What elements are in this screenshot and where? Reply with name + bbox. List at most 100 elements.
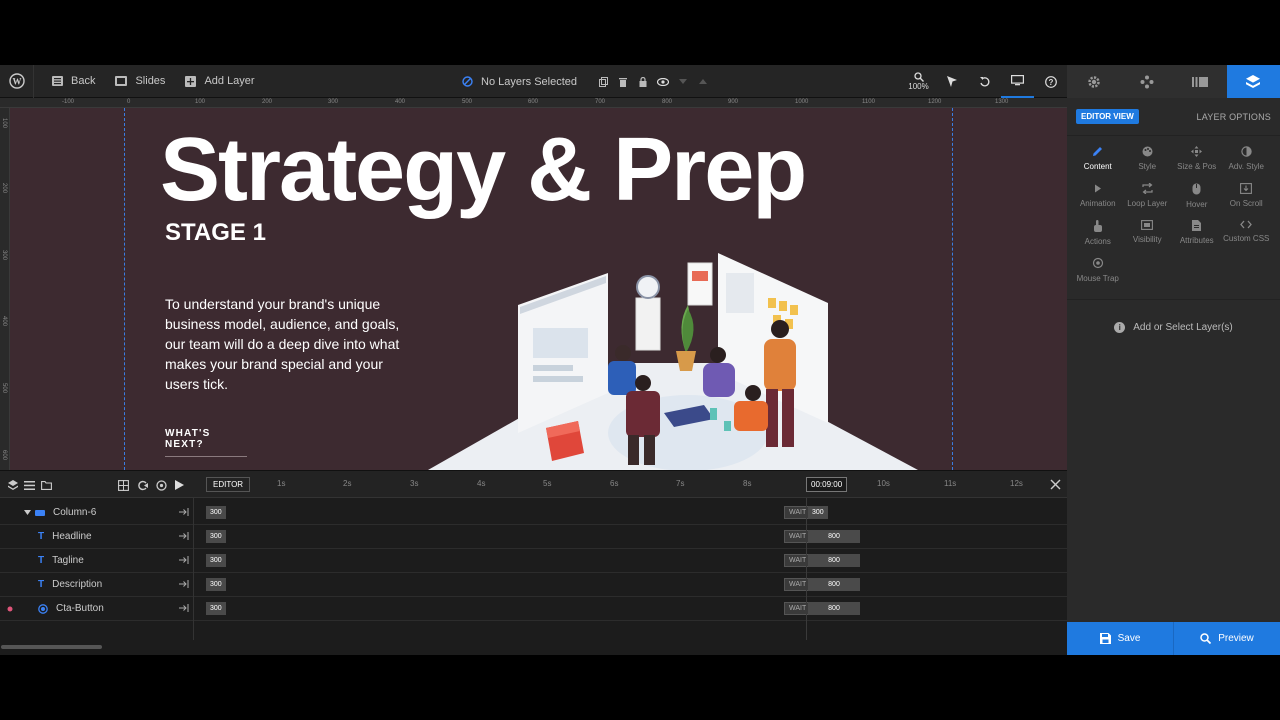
current-time[interactable]: 00:09:00 <box>806 477 848 492</box>
wordpress-button[interactable]: W <box>0 64 34 98</box>
option-on-scroll[interactable]: On Scroll <box>1222 183 1272 213</box>
option-style[interactable]: Style <box>1123 146 1173 176</box>
option-adv-style[interactable]: Adv. Style <box>1222 146 1272 176</box>
move-down-button[interactable] <box>673 65 693 98</box>
layer-row-column[interactable]: Column-6 300 WAIT 300 <box>0 501 1067 525</box>
folder-icon[interactable] <box>41 480 52 490</box>
undo-button[interactable] <box>968 65 1001 98</box>
preview-label: Preview <box>1218 633 1254 644</box>
timeline-tick-label: 5s <box>543 479 552 488</box>
text-layer-icon: T <box>38 555 45 566</box>
align-icon[interactable] <box>179 508 189 516</box>
option-content[interactable]: Content <box>1073 146 1123 176</box>
split-icon[interactable] <box>118 479 129 491</box>
menu-icon[interactable] <box>24 480 35 490</box>
timeline-tick-label: 12s <box>1010 479 1023 488</box>
option-mouse-trap[interactable]: Mouse Trap <box>1073 257 1123 287</box>
save-button[interactable]: Save <box>1067 622 1173 655</box>
cta-button-layer[interactable]: WHAT'S NEXT? <box>165 428 247 457</box>
rewind-icon[interactable] <box>137 480 148 491</box>
layer-row-tagline[interactable]: T Tagline 300 WAIT 800 <box>0 549 1067 573</box>
option-visibility[interactable]: Visibility <box>1123 220 1173 250</box>
no-selection-icon <box>462 76 473 87</box>
mouse-icon <box>1192 183 1201 195</box>
device-desktop-button[interactable] <box>1001 65 1034 98</box>
timeline-tick-label: 8s <box>743 479 752 488</box>
align-icon[interactable] <box>179 556 189 564</box>
layer-row-headline[interactable]: T Headline 300 WAIT 800 <box>0 525 1067 549</box>
cursor-icon <box>946 76 957 87</box>
left-guide-line <box>124 108 125 470</box>
horizontal-scrollbar[interactable] <box>0 640 1067 655</box>
layer-name: Cta-Button <box>56 603 104 614</box>
zoom-button[interactable]: 100% <box>902 65 935 98</box>
start-time[interactable]: 300 <box>206 530 226 543</box>
delete-button[interactable] <box>613 65 633 98</box>
duplicate-button[interactable] <box>593 65 613 98</box>
slides-label: Slides <box>135 75 166 87</box>
visibility-button[interactable] <box>653 65 673 98</box>
duration[interactable]: 800 <box>808 602 860 615</box>
option-hover[interactable]: Hover <box>1172 183 1222 213</box>
duration[interactable]: 800 <box>808 554 860 567</box>
svg-text:?: ? <box>1048 78 1053 87</box>
layers-icon[interactable] <box>8 480 18 490</box>
timeline-toolbar: EDITOR 1s 2s 3s 4s 5s 6s 7s 8s 10s 11s 12s 00:09:0… <box>0 470 1067 498</box>
option-actions[interactable]: Actions <box>1073 220 1123 250</box>
align-icon[interactable] <box>179 604 189 612</box>
tab-slide-options[interactable] <box>1174 65 1227 98</box>
align-icon[interactable] <box>179 580 189 588</box>
layer-name: Headline <box>52 531 92 542</box>
start-time[interactable]: 300 <box>206 506 226 519</box>
start-time[interactable]: 300 <box>206 554 226 567</box>
option-size-pos[interactable]: Size & Pos <box>1172 146 1222 176</box>
tab-slider-settings[interactable] <box>1067 65 1120 98</box>
team-meeting-illustration[interactable] <box>428 243 928 470</box>
duration[interactable]: 800 <box>808 578 860 591</box>
tagline-layer[interactable]: STAGE 1 <box>165 219 266 247</box>
play-icon[interactable] <box>175 480 184 490</box>
option-custom-css[interactable]: Custom CSS <box>1222 220 1272 250</box>
start-time[interactable]: 300 <box>206 602 226 615</box>
start-time[interactable]: 300 <box>206 578 226 591</box>
ruler-tick-label: 600 <box>528 99 539 105</box>
collapse-arrow-icon[interactable] <box>24 510 31 515</box>
preview-button[interactable]: Preview <box>1173 622 1280 655</box>
headline-layer[interactable]: Strategy & Prep <box>160 120 807 220</box>
right-guide-line <box>952 108 953 470</box>
slider-editor: W Back Slides Add Layer No Layers Select… <box>0 64 1280 655</box>
option-attributes[interactable]: Attributes <box>1172 220 1222 250</box>
slide-canvas[interactable]: Strategy & Prep STAGE 1 To understand yo… <box>10 108 1067 470</box>
scrollbar-thumb[interactable] <box>1 645 102 649</box>
tab-navigation[interactable] <box>1120 65 1173 98</box>
timeline-divider[interactable] <box>193 498 194 640</box>
timeline-playhead[interactable] <box>806 498 807 640</box>
timeline-tick-label: 3s <box>410 479 419 488</box>
layer-row-cta-button[interactable]: Cta-Button 300 WAIT 800 <box>0 597 1067 621</box>
loop-icon[interactable] <box>156 479 167 491</box>
ruler-tick-label: 200 <box>262 99 273 105</box>
option-loop-layer[interactable]: Loop Layer <box>1123 183 1173 213</box>
move-up-button[interactable] <box>693 65 713 98</box>
option-animation[interactable]: Animation <box>1073 183 1123 213</box>
tab-layer-options[interactable] <box>1226 65 1280 98</box>
description-layer[interactable]: To understand your brand's unique busine… <box>165 294 405 394</box>
back-button[interactable]: Back <box>42 65 105 98</box>
add-layer-button[interactable]: Add Layer <box>175 65 264 98</box>
duration[interactable]: 800 <box>808 530 860 543</box>
duration[interactable]: 300 <box>808 506 828 519</box>
editor-mode-label[interactable]: EDITOR <box>206 477 251 492</box>
layer-row-description[interactable]: T Description 300 WAIT 800 <box>0 573 1067 597</box>
editor-view-badge[interactable]: EDITOR VIEW <box>1076 109 1139 124</box>
panel-tabs <box>1067 65 1280 98</box>
ruler-tick-label: 400 <box>395 99 406 105</box>
timeline-tick-label: 7s <box>676 479 685 488</box>
align-icon[interactable] <box>179 532 189 540</box>
lock-button[interactable] <box>633 65 653 98</box>
help-button[interactable]: ? <box>1034 65 1067 98</box>
slides-icon <box>115 76 128 86</box>
close-timeline-button[interactable] <box>1050 477 1061 495</box>
select-tool-button[interactable] <box>935 65 968 98</box>
ruler-tick-label: 1200 <box>928 99 942 105</box>
slides-button[interactable]: Slides <box>105 65 175 98</box>
